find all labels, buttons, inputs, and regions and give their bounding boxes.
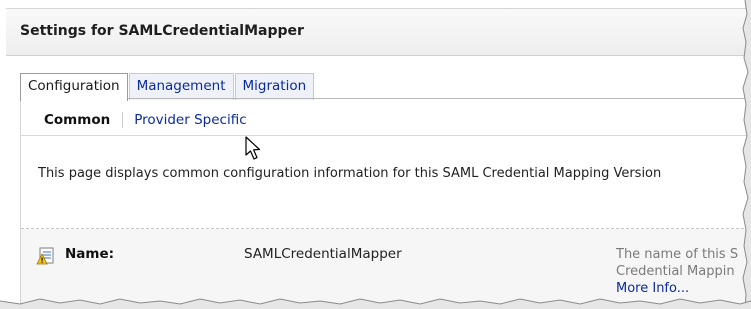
mouse-pointer-icon [245, 136, 261, 160]
help-line-1: The name of this S [616, 247, 739, 262]
page-description: This page displays common configuration … [38, 166, 662, 181]
tab-configuration[interactable]: Configuration [20, 73, 128, 101]
subtab-divider [21, 135, 751, 136]
settings-header: Settings for SAMLCredentialMapper [6, 8, 751, 56]
page-title: Settings for SAMLCredentialMapper [20, 23, 304, 39]
torn-edge-bottom [0, 298, 751, 309]
subtab-separator [122, 112, 124, 128]
tab-divider [20, 98, 751, 99]
name-label: Name: [65, 246, 115, 262]
tab-migration[interactable]: Migration [234, 73, 315, 100]
settings-page: Settings for SAMLCredentialMapper Config… [0, 0, 751, 309]
subtab-bar: Common Provider Specific [44, 112, 247, 128]
torn-edge-right [742, 0, 751, 309]
name-value: SAMLCredentialMapper [244, 246, 402, 262]
field-info-icon [36, 247, 54, 265]
subtab-common[interactable]: Common [44, 112, 110, 128]
tab-management[interactable]: Management [128, 73, 234, 100]
help-line-2: Credential Mappin [616, 264, 735, 279]
tab-bar: Configuration Management Migration [20, 73, 315, 101]
subtab-provider-specific[interactable]: Provider Specific [134, 112, 246, 128]
name-help-text: The name of this S Credential Mappin Mor… [616, 246, 751, 297]
